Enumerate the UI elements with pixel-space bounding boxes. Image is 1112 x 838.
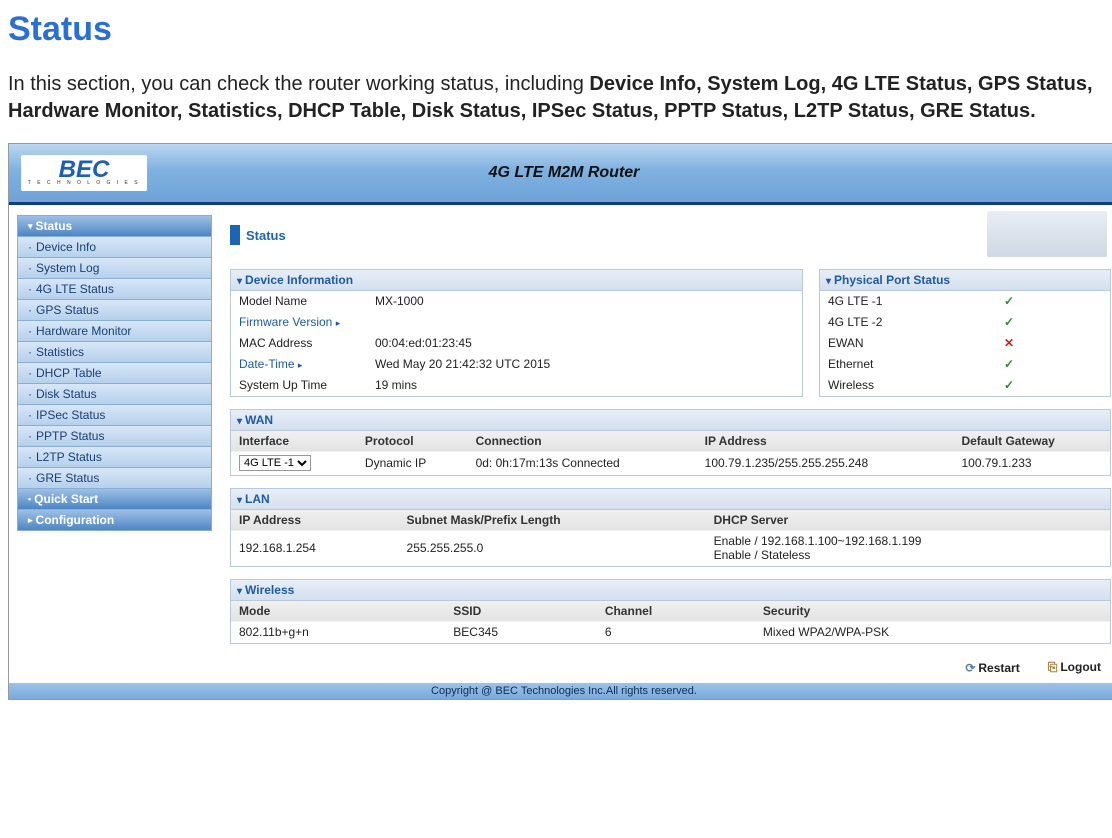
banner-title: 4G LTE M2M Router xyxy=(9,164,1112,182)
caret-right-icon: ▸ xyxy=(28,515,33,526)
sidebar-item-statistics[interactable]: Statistics xyxy=(17,342,212,363)
sidebar-item-system-log[interactable]: System Log xyxy=(17,258,212,279)
banner: BEC T E C H N O L O G I E S 4G LTE M2M R… xyxy=(9,144,1112,202)
col-interface: Interface xyxy=(231,431,357,452)
sidebar-item-ipsec-status[interactable]: IPSec Status xyxy=(17,405,212,426)
lan-ip: 192.168.1.254 xyxy=(231,531,399,566)
panel-wan: ▾WAN Interface Protocol Connection IP Ad… xyxy=(230,409,1111,476)
intro-plain: In this section, you can check the route… xyxy=(8,73,589,95)
caret-right-icon: ▸ xyxy=(298,360,303,370)
wireless-ssid: BEC345 xyxy=(445,622,597,643)
sidebar-item-quick-start[interactable]: •Quick Start xyxy=(17,489,212,510)
panel-wireless: ▾Wireless Mode SSID Channel Security 802… xyxy=(230,579,1111,644)
sidebar-item-configuration[interactable]: ▸Configuration xyxy=(17,510,212,531)
footer-bar: ⟳Restart ⎘Logout xyxy=(230,656,1111,677)
panel-head-wan: ▾WAN xyxy=(231,410,1110,431)
decorative-image xyxy=(987,211,1107,257)
panel-device-info: ▾Device Information Model NameMX-1000 Fi… xyxy=(230,269,803,397)
col-ip: IP Address xyxy=(697,431,954,452)
caret-right-icon: ▸ xyxy=(336,318,341,328)
sidebar-item-4g-lte-status[interactable]: 4G LTE Status xyxy=(17,279,212,300)
panel-head-wireless: ▾Wireless xyxy=(231,580,1110,601)
panel-lan: ▾LAN IP Address Subnet Mask/Prefix Lengt… xyxy=(230,488,1111,567)
triangle-icon: ▾ xyxy=(237,586,242,597)
sidebar-item-device-info[interactable]: Device Info xyxy=(17,237,212,258)
wan-ip: 100.79.1.235/255.255.255.248 xyxy=(697,452,954,475)
port-name: Ethernet xyxy=(820,354,996,375)
value: MX-1000 xyxy=(367,291,802,312)
status-title: Status xyxy=(246,228,286,243)
col-connection: Connection xyxy=(468,431,697,452)
value: 00:04:ed:01:23:45 xyxy=(367,333,802,354)
triangle-icon: ▾ xyxy=(237,276,242,287)
sidebar-item-gps-status[interactable]: GPS Status xyxy=(17,300,212,321)
bullet-icon: • xyxy=(28,494,31,504)
restart-button[interactable]: ⟳Restart xyxy=(965,661,1019,675)
check-icon: ✓ xyxy=(996,375,1110,396)
sidebar-item-pptp-status[interactable]: PPTP Status xyxy=(17,426,212,447)
sidebar-item-gre-status[interactable]: GRE Status xyxy=(17,468,212,489)
sidebar-item-status[interactable]: ▾Status xyxy=(17,215,212,237)
port-name: 4G LTE -1 xyxy=(820,291,996,312)
port-name: EWAN xyxy=(820,333,996,354)
value: 19 mins xyxy=(367,375,802,396)
sidebar-item-dhcp-table[interactable]: DHCP Table xyxy=(17,363,212,384)
status-header: Status xyxy=(230,215,1111,255)
status-bar-icon xyxy=(230,225,240,245)
logout-icon: ⎘ xyxy=(1048,660,1058,674)
panel-head-port-status: ▾Physical Port Status xyxy=(820,270,1110,291)
sidebar-item-l2tp-status[interactable]: L2TP Status xyxy=(17,447,212,468)
port-name: Wireless xyxy=(820,375,996,396)
wan-interface-select[interactable]: 4G LTE -1 xyxy=(239,455,311,471)
wireless-channel: 6 xyxy=(597,622,755,643)
col-security: Security xyxy=(755,601,1110,622)
triangle-icon: ▾ xyxy=(237,416,242,427)
wireless-mode: 802.11b+g+n xyxy=(231,622,445,643)
restart-icon: ⟳ xyxy=(965,661,975,675)
panel-head-lan: ▾LAN xyxy=(231,489,1110,510)
sidebar-item-hardware-monitor[interactable]: Hardware Monitor xyxy=(17,321,212,342)
copyright: Copyright @ BEC Technologies Inc.All rig… xyxy=(9,683,1112,699)
page-title: Status xyxy=(8,10,1112,49)
col-mask: Subnet Mask/Prefix Length xyxy=(399,510,706,531)
caret-down-icon: ▾ xyxy=(28,221,33,232)
check-icon: ✓ xyxy=(996,354,1110,375)
lan-dhcp: Enable / 192.168.1.100~192.168.1.199 Ena… xyxy=(706,531,1110,566)
port-name: 4G LTE -2 xyxy=(820,312,996,333)
lan-mask: 255.255.255.0 xyxy=(399,531,706,566)
logout-button[interactable]: ⎘Logout xyxy=(1048,660,1101,675)
router-screenshot: BEC T E C H N O L O G I E S 4G LTE M2M R… xyxy=(8,143,1112,700)
col-mode: Mode xyxy=(231,601,445,622)
triangle-icon: ▾ xyxy=(826,276,831,287)
value: Wed May 20 21:42:32 UTC 2015 xyxy=(367,354,802,375)
label: Model Name xyxy=(231,291,367,312)
panel-port-status: ▾Physical Port Status 4G LTE -1✓ 4G LTE … xyxy=(819,269,1111,397)
sidebar-item-disk-status[interactable]: Disk Status xyxy=(17,384,212,405)
col-gateway: Default Gateway xyxy=(953,431,1110,452)
label: System Up Time xyxy=(231,375,367,396)
wan-gateway: 100.79.1.233 xyxy=(953,452,1110,475)
col-channel: Channel xyxy=(597,601,755,622)
intro-text: In this section, you can check the route… xyxy=(8,71,1112,125)
value xyxy=(367,312,802,333)
panel-head-device-info: ▾Device Information xyxy=(231,270,802,291)
label: MAC Address xyxy=(231,333,367,354)
triangle-icon: ▾ xyxy=(237,495,242,506)
wireless-security: Mixed WPA2/WPA-PSK xyxy=(755,622,1110,643)
firmware-version-link[interactable]: Firmware Version ▸ xyxy=(231,312,367,333)
check-icon: ✓ xyxy=(996,291,1110,312)
col-protocol: Protocol xyxy=(357,431,468,452)
main-content: Status ▾Device Information Model NameMX-… xyxy=(230,215,1111,677)
wan-connection: 0d: 0h:17m:13s Connected xyxy=(468,452,697,475)
col-ssid: SSID xyxy=(445,601,597,622)
col-dhcp: DHCP Server xyxy=(706,510,1110,531)
sidebar: ▾Status Device Info System Log 4G LTE St… xyxy=(17,215,212,531)
col-ip: IP Address xyxy=(231,510,399,531)
cross-icon: ✕ xyxy=(996,333,1110,354)
date-time-link[interactable]: Date-Time ▸ xyxy=(231,354,367,375)
check-icon: ✓ xyxy=(996,312,1110,333)
wan-protocol: Dynamic IP xyxy=(357,452,468,475)
